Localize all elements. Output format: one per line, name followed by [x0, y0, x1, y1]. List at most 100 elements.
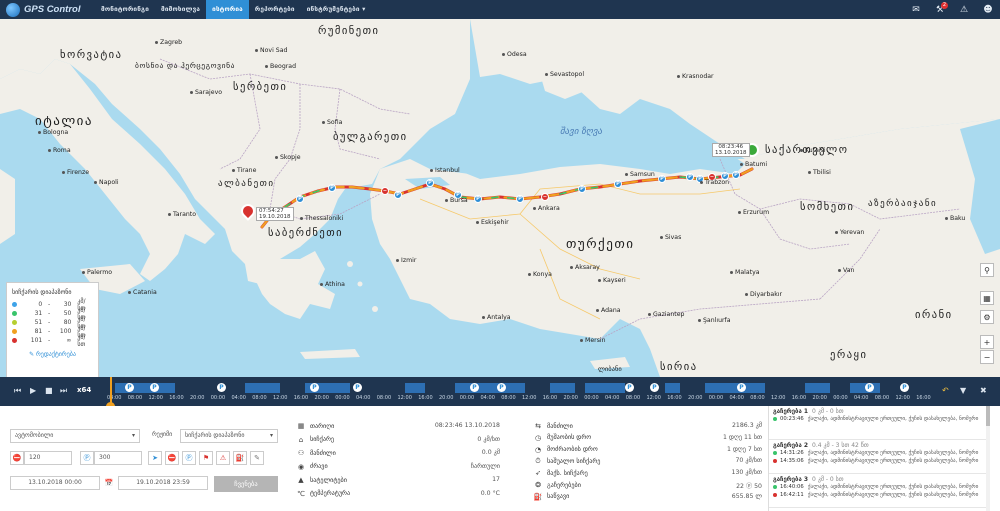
timeline-activity-segment[interactable] [405, 383, 425, 393]
chevron-down-icon: ▾ [131, 432, 135, 439]
start-dot-icon [773, 451, 777, 455]
skip-back-icon[interactable]: ⏮ [14, 386, 21, 396]
object-select[interactable]: ავტომობილი ▾ [10, 429, 140, 443]
nav-reports[interactable]: რეპორტები [249, 0, 301, 19]
legend-edit-link[interactable]: ✎ რედაქტირება [12, 351, 93, 358]
map-settings-icon[interactable]: ⚙ [980, 310, 994, 324]
timeline-activity-segment[interactable] [550, 383, 575, 393]
timeline-activity-segment[interactable] [705, 383, 765, 393]
timeline-parking-icon[interactable]: P [353, 383, 362, 392]
stat-value: 655.85 ლ [731, 492, 762, 500]
stop-icon[interactable]: ■ [45, 386, 53, 395]
country-label: რუმინეთი [318, 25, 380, 37]
parking-marker-icon[interactable]: P [328, 184, 336, 192]
timeline-hour-label: 20:00 [439, 395, 454, 401]
timeline-parking-icon[interactable]: P [625, 383, 634, 392]
skip-forward-icon[interactable]: ⏭ [60, 386, 67, 396]
nav-history[interactable]: ისტორია [206, 0, 249, 19]
timeline-hour-label: 16:00 [418, 395, 433, 401]
map-view[interactable]: PPP−PPPPP−PPPPP−PP 08:23:46 13.10.2018 0… [0, 19, 1000, 377]
parking-marker-icon[interactable]: P [394, 191, 402, 199]
no-entry-icon[interactable]: ⛔ [165, 451, 179, 465]
timeline-parking-icon[interactable]: P [217, 383, 226, 392]
stop-item[interactable]: გაჩერება 10 კმ - 0 სთ 00:23:46 ქალაქი, ადმ… [769, 406, 990, 440]
timeline-activity-segment[interactable] [665, 383, 680, 393]
show-button[interactable]: ჩვენება [214, 476, 278, 492]
app-logo[interactable]: GPS Control [0, 0, 95, 19]
notification-badge: 2 [940, 2, 948, 9]
stat-icon: ▦ [297, 422, 305, 430]
country-label: ხორვატია [60, 49, 123, 61]
mode-select[interactable]: სიჩქარის დიაპაზონი ▾ [180, 429, 278, 443]
stop-item[interactable]: გაჩერება 2 0.4 კმ - 3 სთ 42 წთ 14:31:26 ქალ… [769, 440, 990, 474]
pen-icon[interactable]: ✎ [250, 451, 264, 465]
timeline-track[interactable]: 04:00 08:00 12:00 16:00 20:00 00:00 04:00 08:00… [105, 379, 935, 404]
stat-icon: ◷ [534, 433, 542, 442]
parking-marker-icon[interactable]: P [426, 179, 434, 187]
timeline-parking-icon[interactable]: P [865, 383, 874, 392]
parking-icon[interactable]: Ⓟ [182, 451, 196, 465]
parking-marker-icon[interactable]: P [474, 195, 482, 203]
parking-minutes-input[interactable]: 300 [94, 451, 142, 465]
chat-icon[interactable]: ✉ [904, 0, 928, 19]
parking-marker-icon[interactable]: P [296, 195, 304, 203]
timeline-parking-icon[interactable]: P [497, 383, 506, 392]
zoom-in-button[interactable]: + [980, 335, 994, 349]
parking-marker-icon[interactable]: P [658, 175, 666, 183]
timeline-parking-icon[interactable]: P [125, 383, 134, 392]
timeline-activity-segment[interactable] [245, 383, 280, 393]
stat-row: ⏱ საშუალო სიჩქარე [533, 455, 600, 467]
parking-marker-icon[interactable]: P [732, 171, 740, 179]
nav-tools[interactable]: ინსტრუმენტები ▾ [301, 0, 372, 19]
nav-monitoring[interactable]: მონიტორინგი [95, 0, 155, 19]
stop-minutes-input[interactable]: 120 [24, 451, 72, 465]
city-label: Kutaisi [800, 147, 826, 154]
timeline-parking-icon[interactable]: P [470, 383, 479, 392]
timeline-activity-segment[interactable] [115, 383, 175, 393]
timeline-parking-icon[interactable]: P [737, 383, 746, 392]
stops-scrollbar[interactable] [986, 406, 990, 511]
parking-marker-icon[interactable]: P [578, 185, 586, 193]
stop-end-line: 14:35:06 ქალაქი, ადმინისტრაციული ერთეული,… [773, 457, 986, 465]
history-timeline[interactable]: ⏮ ▶ ■ ⏭ x64 04:00 08:00 12:00 16:00 20:00 00:… [0, 377, 1000, 406]
playback-speed[interactable]: x64 [77, 386, 91, 394]
stops-list[interactable]: გაჩერება 10 კმ - 0 სთ 00:23:46 ქალაქი, ადმ… [768, 406, 990, 511]
map-layers-icon[interactable]: ▦ [980, 291, 994, 305]
nav-overview[interactable]: მიმოხილვა [155, 0, 206, 19]
timeline-activity-segment[interactable] [455, 383, 525, 393]
country-label: სერბეთი [233, 81, 288, 93]
city-label: Mersin [580, 337, 606, 344]
stop-end-time: 16:42:11 [780, 492, 804, 498]
stop-marker-icon[interactable]: − [381, 187, 389, 195]
undo-icon[interactable]: ↶ [942, 386, 949, 395]
parking-marker-icon[interactable]: P [516, 195, 524, 203]
timeline-parking-icon[interactable]: P [650, 383, 659, 392]
navigation-icon[interactable]: ➤ [148, 451, 162, 465]
flag-icon[interactable]: ⚑ [199, 451, 213, 465]
date-to-input[interactable]: 19.10.2018 23:59 [118, 476, 208, 490]
parking-marker-icon[interactable]: P [614, 180, 622, 188]
close-icon[interactable]: ✖ [980, 386, 987, 395]
country-label: ალბანეთი [218, 179, 275, 189]
download-icon[interactable]: ▼ [960, 386, 966, 395]
timeline-activity-segment[interactable] [585, 383, 625, 393]
stop-item[interactable]: გაჩერება 30 კმ - 0 სთ 16:40:06 ქალაქი, ადმ… [769, 474, 990, 508]
stop-marker-icon[interactable]: − [541, 193, 549, 201]
calendar-icon[interactable]: 📅 [102, 476, 116, 490]
timeline-parking-icon[interactable]: P [900, 383, 909, 392]
play-icon[interactable]: ▶ [30, 386, 36, 395]
wrench-icon[interactable]: ⚒ 2 [928, 0, 952, 19]
timeline-activity-segment[interactable] [805, 383, 830, 393]
map-search-icon[interactable]: ⚲ [980, 263, 994, 277]
zoom-out-button[interactable]: − [980, 350, 994, 364]
timeline-parking-icon[interactable]: P [310, 383, 319, 392]
warning-icon[interactable]: ⚠ [216, 451, 230, 465]
timeline-parking-icon[interactable]: P [150, 383, 159, 392]
start-dot-icon [773, 417, 777, 421]
parking-marker-icon[interactable]: P [686, 173, 694, 181]
alert-icon[interactable]: ⚠ [952, 0, 976, 19]
user-icon[interactable]: ☻ [976, 0, 1000, 19]
stop-start-time: 14:31:26 [780, 450, 804, 456]
fuel-icon[interactable]: ⛽ [233, 451, 247, 465]
date-from-input[interactable]: 13.10.2018 00:00 [10, 476, 100, 490]
